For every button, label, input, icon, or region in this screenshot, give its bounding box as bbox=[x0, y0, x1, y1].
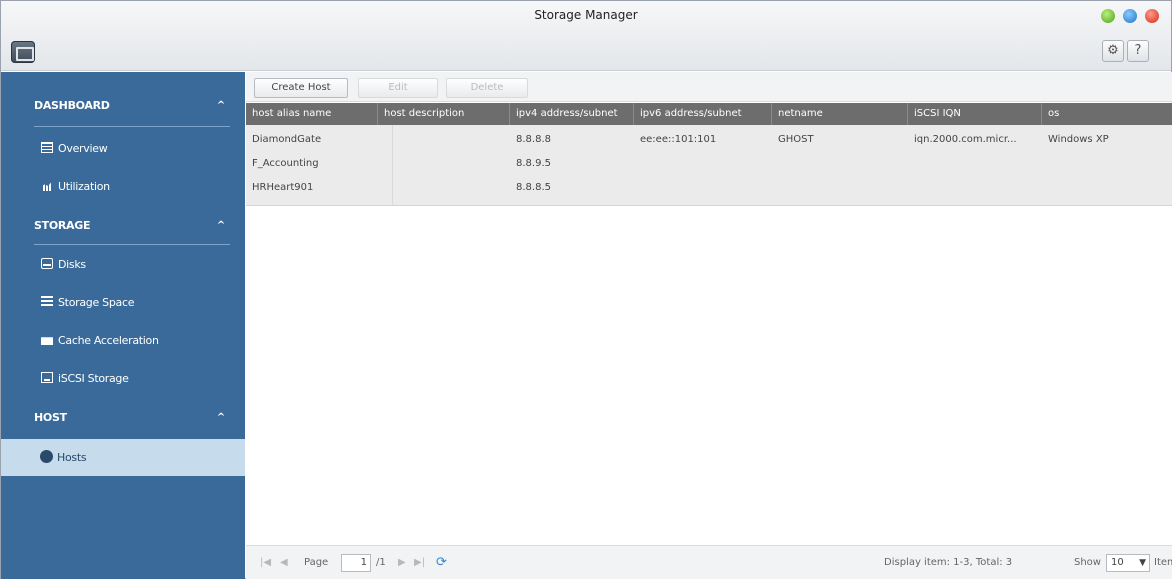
cell-os: Windows XP bbox=[1048, 134, 1109, 145]
cell-iqn bbox=[908, 153, 1042, 175]
cell-ipv4: 8.8.8.8 bbox=[516, 134, 551, 145]
main-panel: Create Host Edit Delete host alias name … bbox=[246, 72, 1172, 579]
edit-button[interactable]: Edit bbox=[358, 78, 438, 98]
cell-ipv4: 8.8.9.5 bbox=[516, 158, 551, 169]
display-summary: Display item: 1-3, Total: 3 bbox=[884, 557, 1013, 568]
sidebar-item-label: Hosts bbox=[57, 451, 87, 464]
divider bbox=[34, 126, 230, 127]
cache-icon bbox=[41, 337, 53, 345]
cell-description bbox=[378, 177, 510, 199]
storage-manager-window: Storage Manager ⚙ ? DASHBOARD ^ Overview… bbox=[0, 0, 1172, 579]
window-title: Storage Manager bbox=[534, 8, 638, 22]
cell-ipv6: ee:ee::101:101 bbox=[640, 134, 717, 145]
items-per-page-select[interactable]: 10 ▼ bbox=[1106, 554, 1150, 572]
sidebar-item-label: Overview bbox=[58, 142, 108, 155]
sidebar-item-label: iSCSI Storage bbox=[58, 372, 129, 385]
column-header-alias[interactable]: host alias name bbox=[246, 103, 378, 125]
section-label: DASHBOARD bbox=[34, 99, 110, 112]
column-header-ipv6[interactable]: ipv6 address/subnet bbox=[634, 103, 772, 125]
chevron-up-icon[interactable]: ^ bbox=[217, 208, 225, 244]
cell-os bbox=[1042, 153, 1172, 175]
utilization-icon bbox=[41, 180, 53, 191]
section-host[interactable]: HOST ^ bbox=[1, 400, 245, 436]
close-button[interactable] bbox=[1145, 9, 1159, 23]
app-icon[interactable] bbox=[11, 41, 35, 63]
section-storage[interactable]: STORAGE ^ bbox=[1, 208, 245, 244]
cell-ipv6 bbox=[634, 177, 772, 199]
cell-description bbox=[378, 153, 510, 175]
table-row[interactable]: DiamondGate 8.8.8.8 ee:ee::101:101 GHOST… bbox=[246, 129, 1172, 151]
chevron-up-icon[interactable]: ^ bbox=[217, 400, 225, 436]
overview-icon bbox=[41, 142, 53, 153]
items-label: Items bbox=[1154, 557, 1172, 568]
cell-description bbox=[378, 129, 510, 151]
page-number-input[interactable]: 1 bbox=[341, 554, 371, 572]
sidebar-item-cache-acceleration[interactable]: Cache Acceleration bbox=[1, 322, 245, 359]
column-header-iqn[interactable]: iSCSI IQN bbox=[908, 103, 1042, 125]
create-host-button[interactable]: Create Host bbox=[254, 78, 348, 98]
prev-page-button[interactable]: ◀ bbox=[280, 546, 288, 579]
sidebar-item-storage-space[interactable]: Storage Space bbox=[1, 284, 245, 321]
divider bbox=[34, 244, 230, 245]
column-header-os[interactable]: os bbox=[1042, 103, 1172, 125]
page-label: Page bbox=[304, 557, 329, 568]
sidebar: DASHBOARD ^ Overview Utilization STORAGE… bbox=[1, 72, 245, 579]
column-header-netname[interactable]: netname bbox=[772, 103, 908, 125]
cell-iqn: iqn.2000.com.micr... bbox=[914, 134, 1017, 145]
delete-button[interactable]: Delete bbox=[446, 78, 528, 98]
table-row[interactable]: F_Accounting 8.8.9.5 bbox=[246, 153, 1172, 175]
settings-button[interactable]: ⚙ bbox=[1102, 40, 1124, 62]
hosts-icon bbox=[41, 451, 52, 462]
first-page-button[interactable]: |◀ bbox=[260, 546, 271, 579]
chevron-up-icon[interactable]: ^ bbox=[217, 88, 225, 124]
cell-iqn bbox=[908, 177, 1042, 199]
sidebar-item-hosts[interactable]: Hosts bbox=[1, 439, 245, 476]
page-total: /1 bbox=[376, 557, 386, 568]
section-dashboard[interactable]: DASHBOARD ^ bbox=[1, 88, 245, 124]
pagination-bar: |◀ ◀ Page 1 /1 ▶ ▶| ⟳ Display item: 1-3,… bbox=[246, 545, 1172, 579]
show-label: Show bbox=[1074, 557, 1101, 568]
cell-alias: HRHeart901 bbox=[252, 182, 314, 193]
cell-alias: F_Accounting bbox=[252, 158, 319, 169]
sidebar-item-label: Storage Space bbox=[58, 296, 135, 309]
cell-netname bbox=[772, 153, 908, 175]
sidebar-item-label: Utilization bbox=[58, 180, 110, 193]
cell-ipv4: 8.8.8.5 bbox=[516, 182, 551, 193]
sidebar-item-iscsi-storage[interactable]: iSCSI Storage bbox=[1, 360, 245, 397]
iscsi-icon bbox=[41, 372, 53, 383]
sidebar-item-label: Cache Acceleration bbox=[58, 334, 159, 347]
refresh-icon[interactable]: ⟳ bbox=[436, 546, 447, 579]
column-header-ipv4[interactable]: ipv4 address/subnet bbox=[510, 103, 634, 125]
last-page-button[interactable]: ▶| bbox=[414, 546, 425, 579]
table-body: DiamondGate 8.8.8.8 ee:ee::101:101 GHOST… bbox=[246, 125, 1172, 206]
help-button[interactable]: ? bbox=[1127, 40, 1149, 62]
action-bar: Create Host Edit Delete bbox=[246, 72, 1172, 102]
cell-netname: GHOST bbox=[778, 134, 814, 145]
table-header: host alias name host description ipv4 ad… bbox=[246, 103, 1172, 125]
cell-ipv6 bbox=[634, 153, 772, 175]
sidebar-item-utilization[interactable]: Utilization bbox=[1, 168, 245, 205]
cell-netname bbox=[772, 177, 908, 199]
cell-os bbox=[1042, 177, 1172, 199]
sidebar-item-label: Disks bbox=[58, 258, 86, 271]
section-label: STORAGE bbox=[34, 219, 91, 232]
storage-space-icon bbox=[41, 296, 53, 307]
gear-icon: ⚙ bbox=[1107, 43, 1119, 58]
sidebar-item-disks[interactable]: Disks bbox=[1, 246, 245, 283]
title-bar: Storage Manager ⚙ ? bbox=[1, 1, 1171, 71]
column-header-description[interactable]: host description bbox=[378, 103, 510, 125]
maximize-button[interactable] bbox=[1123, 9, 1137, 23]
minimize-button[interactable] bbox=[1101, 9, 1115, 23]
cell-alias: DiamondGate bbox=[252, 134, 322, 145]
table-row[interactable]: HRHeart901 8.8.8.5 bbox=[246, 177, 1172, 199]
chevron-down-icon: ▼ bbox=[1139, 558, 1146, 568]
items-per-page-value: 10 bbox=[1111, 557, 1124, 568]
next-page-button[interactable]: ▶ bbox=[398, 546, 406, 579]
section-label: HOST bbox=[34, 411, 67, 424]
sidebar-item-overview[interactable]: Overview bbox=[1, 130, 245, 167]
disk-icon bbox=[41, 258, 53, 269]
